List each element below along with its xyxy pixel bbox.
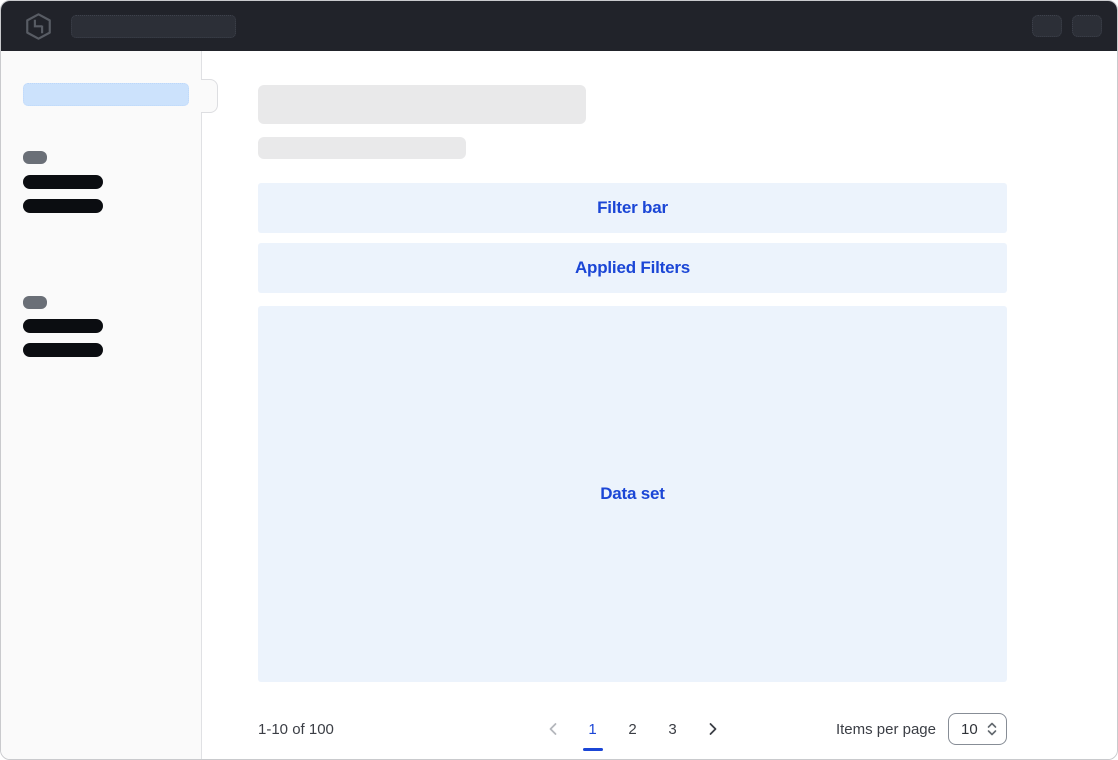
filter-bar-region: Filter bar bbox=[258, 183, 1007, 233]
page-number: 1 bbox=[588, 721, 596, 738]
page-number: 2 bbox=[628, 721, 636, 738]
next-page-button[interactable] bbox=[699, 713, 727, 745]
sidebar-link-placeholder[interactable] bbox=[23, 343, 103, 357]
sidebar-collapse-toggle[interactable] bbox=[201, 79, 218, 113]
sidebar-link-placeholder[interactable] bbox=[23, 175, 103, 189]
page-button-3[interactable]: 3 bbox=[659, 713, 687, 745]
pagination-range-text: 1-10 of 100 bbox=[258, 721, 334, 738]
filter-bar-label: Filter bar bbox=[597, 198, 668, 218]
applied-filters-label: Applied Filters bbox=[575, 258, 690, 278]
items-per-page-group: Items per page 10 bbox=[836, 713, 1007, 745]
applied-filters-region: Applied Filters bbox=[258, 243, 1007, 293]
chevron-right-icon bbox=[705, 721, 721, 737]
current-page-underline bbox=[583, 748, 603, 751]
page-button-1[interactable]: 1 bbox=[579, 713, 607, 745]
sidebar-section-label-placeholder-1 bbox=[23, 151, 47, 164]
nav-action-placeholder-2[interactable] bbox=[1072, 15, 1102, 37]
sidebar-active-item-placeholder[interactable] bbox=[23, 83, 189, 106]
pagination-bar: 1-10 of 100 1 2 3 bbox=[258, 711, 1007, 747]
main-content: Filter bar Applied Filters Data set 1-10… bbox=[202, 51, 1117, 759]
stepper-chevrons-icon bbox=[985, 721, 999, 737]
page-button-2[interactable]: 2 bbox=[619, 713, 647, 745]
app-window: Filter bar Applied Filters Data set 1-10… bbox=[0, 0, 1118, 760]
page-number: 3 bbox=[668, 721, 676, 738]
items-per-page-value: 10 bbox=[961, 721, 978, 738]
sidebar-section-label-placeholder-2 bbox=[23, 296, 47, 309]
nav-action-placeholder-1[interactable] bbox=[1032, 15, 1062, 37]
chevron-left-icon bbox=[545, 721, 561, 737]
page-subtitle-placeholder bbox=[258, 137, 466, 159]
sidebar-link-placeholder[interactable] bbox=[23, 319, 103, 333]
sidebar-link-placeholder[interactable] bbox=[23, 199, 103, 213]
data-set-region: Data set bbox=[258, 306, 1007, 682]
page-title-placeholder bbox=[258, 85, 586, 124]
sidebar bbox=[1, 51, 202, 759]
nav-menu-placeholder[interactable] bbox=[71, 15, 236, 38]
top-navbar bbox=[1, 1, 1117, 51]
hashicorp-logo-icon bbox=[25, 13, 52, 40]
items-per-page-label: Items per page bbox=[836, 721, 936, 738]
data-set-label: Data set bbox=[600, 484, 665, 504]
pager: 1 2 3 bbox=[539, 713, 727, 745]
prev-page-button[interactable] bbox=[539, 713, 567, 745]
items-per-page-select[interactable]: 10 bbox=[948, 713, 1007, 745]
